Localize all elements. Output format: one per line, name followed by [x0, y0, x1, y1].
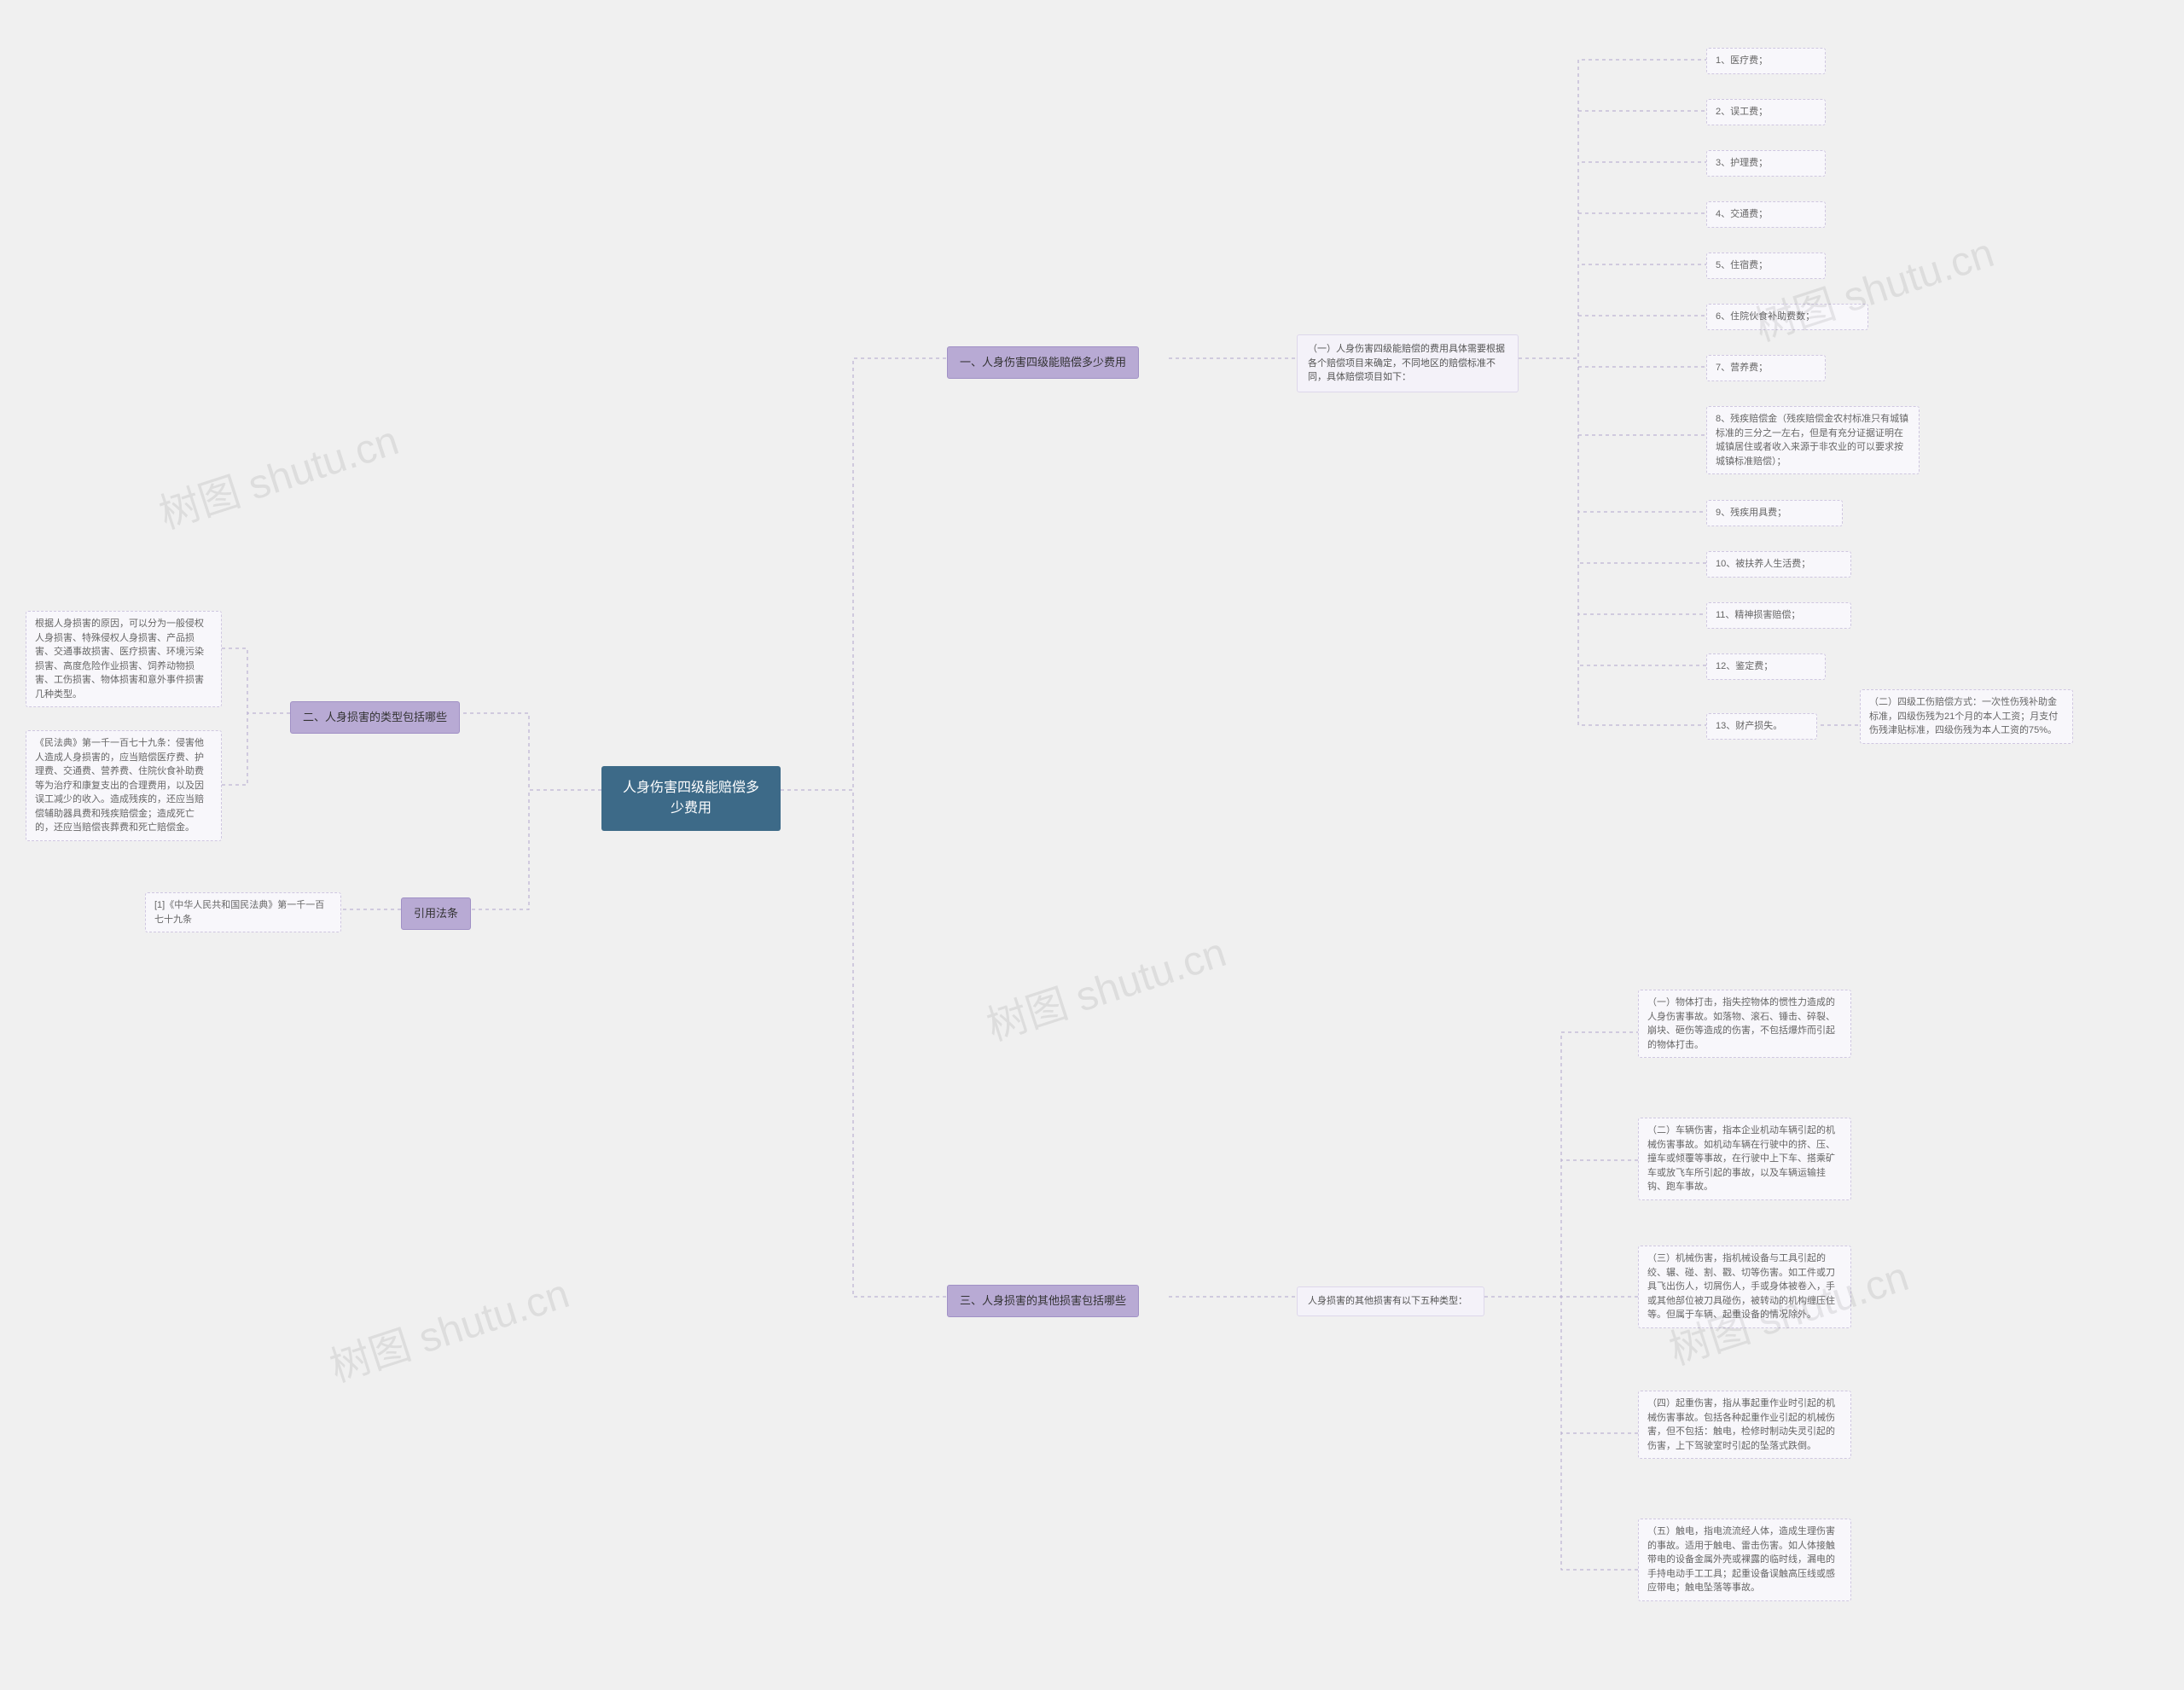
- branch-1-sub-text: （一）人身伤害四级能赔偿的费用具体需要根据各个赔偿项目来确定，不同地区的赔偿标准…: [1308, 344, 1505, 382]
- branch-2-label: 二、人身损害的类型包括哪些: [303, 711, 447, 723]
- watermark: 树图 shutu.cn: [978, 919, 1232, 1052]
- b3-leaf-1[interactable]: （一）物体打击，指失控物体的惯性力造成的人身伤害事故。如落物、滚石、锤击、碎裂、…: [1638, 990, 1851, 1058]
- b1-leaf-1[interactable]: 1、医疗费；: [1706, 48, 1826, 74]
- branch-1[interactable]: 一、人身伤害四级能赔偿多少费用: [947, 346, 1139, 379]
- root-node[interactable]: 人身伤害四级能赔偿多少费用: [601, 766, 781, 831]
- branch-3[interactable]: 三、人身损害的其他损害包括哪些: [947, 1285, 1139, 1317]
- b1-leaf-5[interactable]: 5、住宿费；: [1706, 253, 1826, 279]
- b1-leaf-13[interactable]: 13、财产损失。: [1706, 713, 1817, 740]
- b1-leaf-7[interactable]: 7、营养费；: [1706, 355, 1826, 381]
- b1-leaf-2[interactable]: 2、误工费；: [1706, 99, 1826, 125]
- b1-leaf-8[interactable]: 8、残疾赔偿金（残疾赔偿金农村标准只有城镇标准的三分之一左右，但是有充分证据证明…: [1706, 406, 1920, 474]
- branch-4[interactable]: 引用法条: [401, 897, 471, 930]
- root-title: 人身伤害四级能赔偿多少费用: [623, 781, 759, 816]
- b1-leaf-12[interactable]: 12、鉴定费；: [1706, 653, 1826, 680]
- watermark: 树图 shutu.cn: [150, 407, 404, 540]
- b1-leaf-3[interactable]: 3、护理费；: [1706, 150, 1826, 177]
- branch-4-label: 引用法条: [414, 907, 458, 920]
- b2-leaf-2[interactable]: 《民法典》第一千一百七十九条：侵害他人造成人身损害的，应当赔偿医疗费、护理费、交…: [26, 730, 222, 841]
- branch-2[interactable]: 二、人身损害的类型包括哪些: [290, 701, 460, 734]
- b1-leaf-10[interactable]: 10、被扶养人生活费；: [1706, 551, 1851, 578]
- connector-lines: [0, 0, 2184, 1690]
- b1-leaf-6[interactable]: 6、住院伙食补助费数；: [1706, 304, 1868, 330]
- b4-leaf[interactable]: [1]《中华人民共和国民法典》第一千一百七十九条: [145, 892, 341, 932]
- b3-leaf-2[interactable]: （二）车辆伤害，指本企业机动车辆引起的机械伤害事故。如机动车辆在行驶中的挤、压、…: [1638, 1118, 1851, 1200]
- b3-leaf-5[interactable]: （五）触电，指电流流经人体，造成生理伤害的事故。适用于触电、雷击伤害。如人体接触…: [1638, 1519, 1851, 1601]
- branch-3-sub-text: 人身损害的其他损害有以下五种类型：: [1308, 1296, 1467, 1306]
- b3-leaf-3[interactable]: （三）机械伤害，指机械设备与工具引起的绞、辗、碰、割、戳、切等伤害。如工件或刀具…: [1638, 1246, 1851, 1328]
- branch-3-sub[interactable]: 人身损害的其他损害有以下五种类型：: [1297, 1286, 1484, 1316]
- branch-1-label: 一、人身伤害四级能赔偿多少费用: [960, 356, 1126, 369]
- branch-3-label: 三、人身损害的其他损害包括哪些: [960, 1294, 1126, 1307]
- b2-leaf-1[interactable]: 根据人身损害的原因，可以分为一般侵权人身损害、特殊侵权人身损害、产品损害、交通事…: [26, 611, 222, 707]
- b1-leaf-13-note[interactable]: （二）四级工伤赔偿方式：一次性伤残补助金标准，四级伤残为21个月的本人工资；月支…: [1860, 689, 2073, 744]
- branch-1-sub[interactable]: （一）人身伤害四级能赔偿的费用具体需要根据各个赔偿项目来确定，不同地区的赔偿标准…: [1297, 334, 1519, 392]
- b1-leaf-4[interactable]: 4、交通费；: [1706, 201, 1826, 228]
- b1-leaf-11[interactable]: 11、精神损害赔偿；: [1706, 602, 1851, 629]
- b1-leaf-9[interactable]: 9、残疾用具费；: [1706, 500, 1843, 526]
- b3-leaf-4[interactable]: （四）起重伤害，指从事起重作业时引起的机械伤害事故。包括各种起重作业引起的机械伤…: [1638, 1391, 1851, 1459]
- watermark: 树图 shutu.cn: [1745, 219, 2000, 352]
- watermark: 树图 shutu.cn: [321, 1260, 575, 1393]
